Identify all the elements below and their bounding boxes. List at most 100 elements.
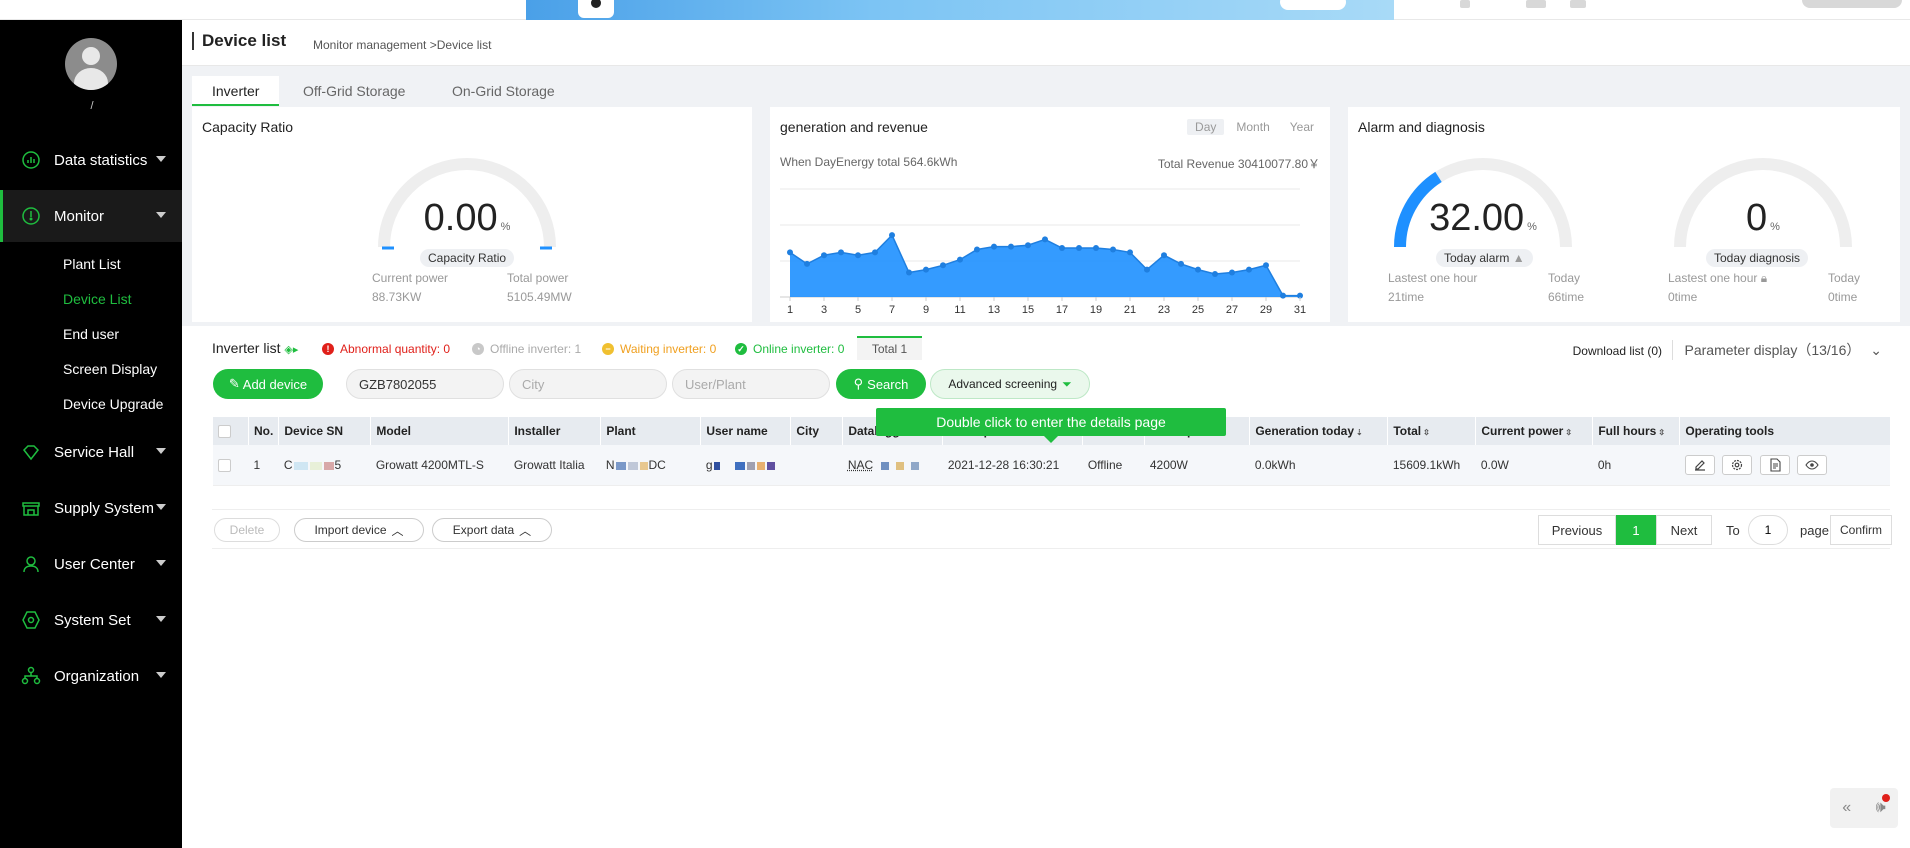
online-inverter[interactable]: ✓ Online inverter: 0 bbox=[735, 342, 844, 356]
col-city[interactable]: City bbox=[790, 417, 843, 445]
page-1-button[interactable]: 1 bbox=[1616, 515, 1656, 545]
redacted-text bbox=[627, 461, 638, 470]
data-point bbox=[1280, 292, 1286, 299]
sidebar-subitem-screen-display[interactable]: Screen Display bbox=[63, 359, 157, 379]
cell-status: Offline bbox=[1082, 445, 1145, 486]
add-device-label: Add device bbox=[242, 376, 308, 392]
sidebar-subitem-device-upgrade[interactable]: Device Upgrade bbox=[63, 394, 163, 414]
sidebar-subitem-plant-list[interactable]: Plant List bbox=[63, 254, 121, 274]
sidebar-item-organization[interactable]: Organization bbox=[0, 650, 182, 702]
col-current-power[interactable]: Current power ⇳ bbox=[1475, 417, 1593, 445]
add-device-button[interactable]: ✎ Add device bbox=[213, 369, 323, 399]
waiting-inverter[interactable]: − Waiting inverter: 0 bbox=[602, 342, 716, 356]
cell-plant[interactable]: N DC bbox=[600, 445, 701, 486]
col-device-sn[interactable]: Device SN bbox=[278, 417, 371, 445]
period-month[interactable]: Month bbox=[1228, 119, 1277, 135]
total-count-tab[interactable]: Total 1 bbox=[857, 336, 922, 360]
data-point bbox=[1178, 260, 1184, 267]
banner-button[interactable] bbox=[1280, 0, 1346, 10]
chart-icon bbox=[20, 149, 42, 171]
table-row[interactable]: 1 C5 Growatt 4200MTL-S Growatt Italia ND… bbox=[212, 445, 1890, 486]
search-button[interactable]: ⚲ Search bbox=[836, 369, 926, 399]
sidebar-item-service-hall[interactable]: Service Hall bbox=[0, 426, 182, 478]
data-point bbox=[1246, 266, 1252, 273]
download-list[interactable]: Download list (0) bbox=[1573, 344, 1662, 358]
sidebar-item-supply-system[interactable]: Supply System bbox=[0, 482, 182, 534]
delete-button[interactable]: Delete bbox=[214, 518, 280, 542]
next-page-button[interactable]: Next bbox=[1656, 515, 1712, 545]
import-label: Import device bbox=[314, 523, 387, 537]
data-point bbox=[855, 252, 861, 259]
cell-city bbox=[790, 445, 843, 486]
sidebar-item-monitor[interactable]: Monitor bbox=[0, 190, 182, 242]
confirm-button[interactable]: Confirm bbox=[1830, 515, 1892, 545]
tool-icon[interactable] bbox=[1570, 0, 1586, 8]
chevron-left-icon[interactable]: « bbox=[1842, 799, 1851, 817]
period-year[interactable]: Year bbox=[1282, 119, 1322, 135]
sidebar-subitem-device-list[interactable]: Device List bbox=[63, 289, 131, 309]
tab-on-grid-storage[interactable]: On-Grid Storage bbox=[432, 76, 575, 106]
col-model[interactable]: Model bbox=[370, 417, 509, 445]
x-tick-label: 25 bbox=[1192, 304, 1204, 316]
diag-hour-text: Lastest one hour bbox=[1668, 271, 1758, 285]
offline-inverter[interactable]: ◔ Offline inverter: 1 bbox=[472, 342, 581, 356]
avatar[interactable] bbox=[65, 38, 117, 90]
cell-user-name[interactable]: g bbox=[700, 445, 791, 486]
parameter-display[interactable]: Parameter display（13/16） ⌄ bbox=[1671, 340, 1882, 360]
datalogger-prefix: NAC bbox=[847, 457, 874, 472]
report-button[interactable] bbox=[1759, 454, 1790, 475]
tab-off-grid-storage[interactable]: Off-Grid Storage bbox=[283, 76, 425, 106]
col-plant[interactable]: Plant bbox=[600, 417, 701, 445]
col-total[interactable]: Total ⇳ bbox=[1387, 417, 1476, 445]
sidebar-subitem-end-user[interactable]: End user bbox=[63, 324, 119, 344]
eye-icon bbox=[1805, 460, 1819, 470]
data-point bbox=[974, 246, 980, 253]
col-installer[interactable]: Installer bbox=[508, 417, 601, 445]
cell-datalogger[interactable]: NAC bbox=[842, 445, 943, 486]
import-device-button[interactable]: Import device ︿ bbox=[294, 518, 424, 542]
current-power-value: 88.73KW bbox=[372, 290, 422, 304]
city-input[interactable] bbox=[509, 369, 667, 399]
col-generation-today-label: Generation today bbox=[1255, 424, 1355, 438]
x-tick-label: 23 bbox=[1158, 304, 1170, 316]
col-user-name[interactable]: User name bbox=[700, 417, 791, 445]
row-checkbox[interactable] bbox=[217, 458, 231, 472]
sidebar-item-user-center[interactable]: User Center bbox=[0, 538, 182, 590]
tab-inverter[interactable]: Inverter bbox=[192, 76, 280, 106]
tool-icon[interactable] bbox=[1526, 0, 1546, 8]
previous-page-button[interactable]: Previous bbox=[1538, 515, 1616, 545]
sidebar-item-label: Supply System bbox=[54, 499, 155, 517]
float-widget: « 🕪︎ bbox=[1830, 788, 1898, 828]
alarm-hour-label: Lastest one hour bbox=[1388, 271, 1478, 285]
data-point bbox=[906, 269, 912, 276]
tool-icon[interactable] bbox=[1460, 0, 1470, 8]
col-full-hours[interactable]: Full hours ⇳ bbox=[1592, 417, 1680, 445]
abnormal-quantity[interactable]: ! Abnormal quantity: 0 bbox=[322, 342, 450, 356]
breadcrumb[interactable]: Monitor management >Device list bbox=[313, 38, 491, 52]
sidebar-item-system-set[interactable]: System Set bbox=[0, 594, 182, 646]
cell-total: 15609.1kWh bbox=[1387, 445, 1476, 486]
view-button[interactable] bbox=[1796, 454, 1827, 475]
user-plant-input[interactable] bbox=[672, 369, 830, 399]
today-alarm-label: Today alarm ▲ bbox=[1436, 249, 1533, 267]
select-all-checkbox[interactable] bbox=[218, 425, 231, 439]
sn-input[interactable] bbox=[346, 369, 504, 399]
col-generation-today[interactable]: Generation today ⇣ bbox=[1249, 417, 1388, 445]
settings-button[interactable] bbox=[1722, 454, 1753, 475]
data-point bbox=[889, 232, 895, 239]
edit-button[interactable] bbox=[1684, 454, 1715, 475]
to-label: To bbox=[1726, 523, 1740, 538]
hexagon-icon bbox=[20, 609, 42, 631]
period-day[interactable]: Day bbox=[1187, 119, 1225, 135]
sort-icon: ⇳ bbox=[1423, 428, 1430, 437]
advanced-screening-button[interactable]: Advanced screening ⏷ bbox=[930, 369, 1090, 399]
cell-device-sn[interactable]: C5 bbox=[278, 445, 371, 486]
promo-banner[interactable] bbox=[526, 0, 1394, 20]
page-number-input[interactable] bbox=[1748, 515, 1788, 545]
sidebar-item-data-statistics[interactable]: Data statistics bbox=[0, 134, 182, 186]
language-button[interactable] bbox=[1802, 0, 1902, 8]
redacted-text bbox=[911, 461, 920, 470]
monitor-icon bbox=[20, 205, 42, 227]
switch-icon[interactable]: ◈▸ bbox=[284, 344, 298, 356]
export-data-button[interactable]: Export data ︿ bbox=[432, 518, 552, 542]
